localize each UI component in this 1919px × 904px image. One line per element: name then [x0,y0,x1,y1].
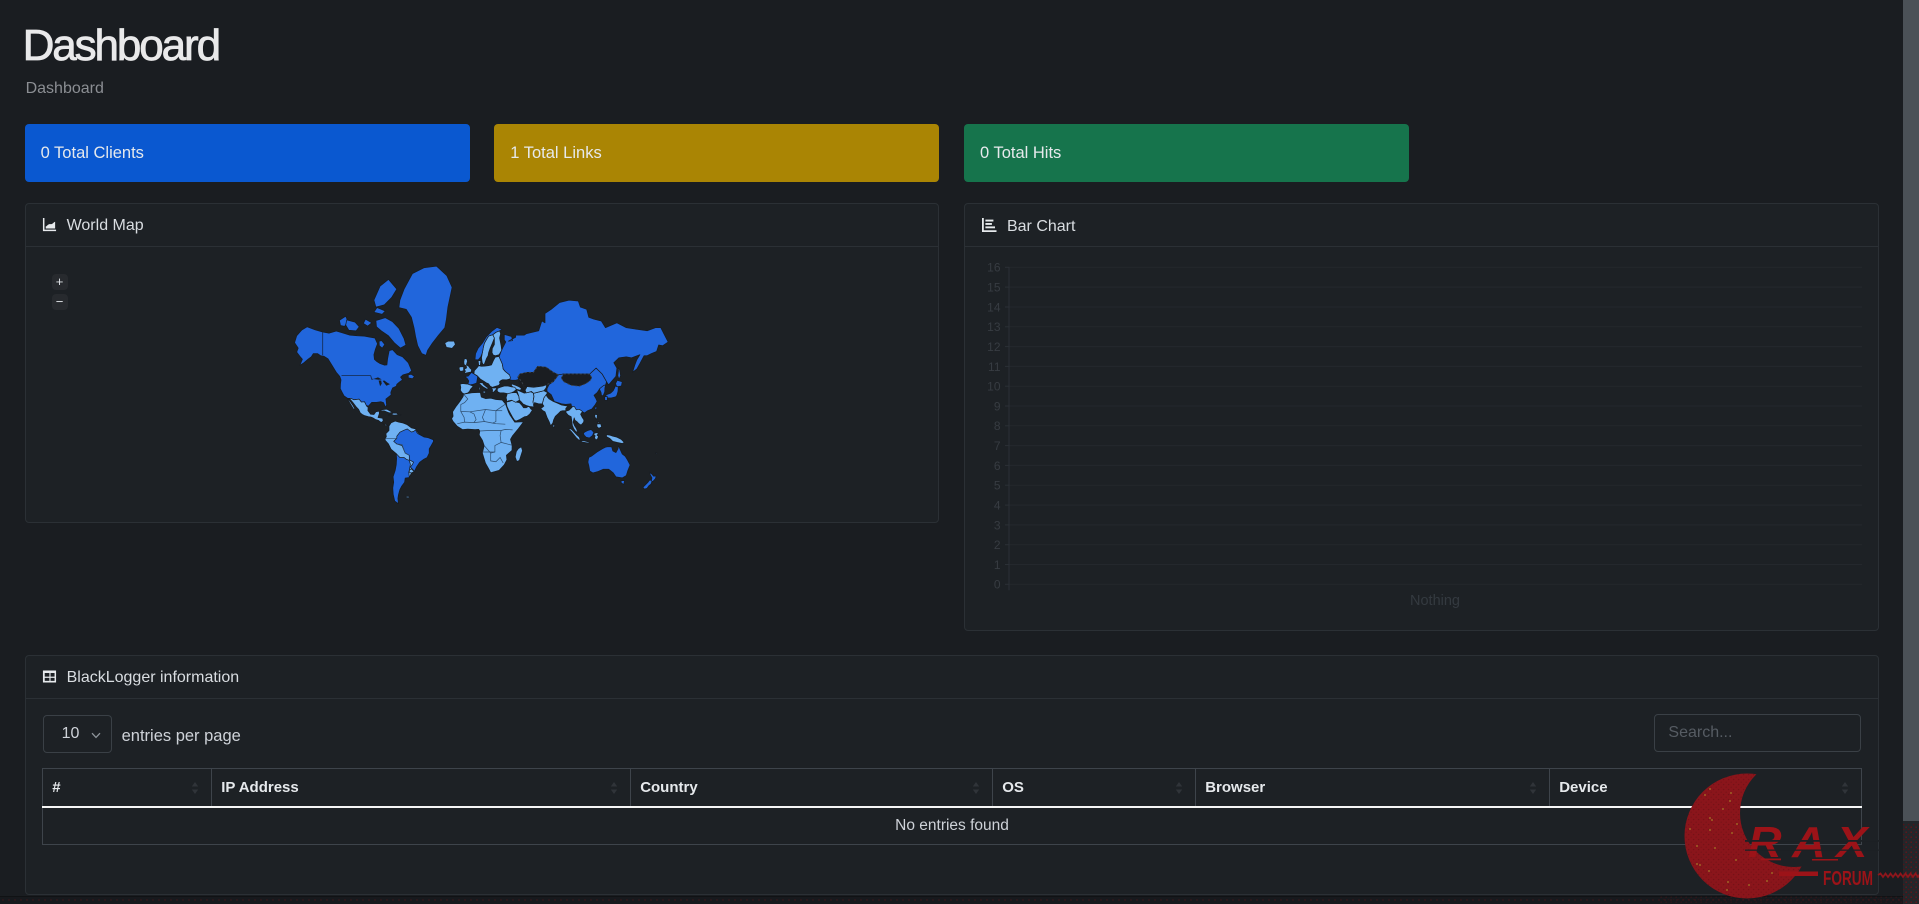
svg-text:14: 14 [987,300,1001,314]
svg-text:1: 1 [994,558,1001,572]
svg-text:0: 0 [994,578,1001,592]
svg-text:7: 7 [994,439,1001,453]
svg-text:2: 2 [994,538,1001,552]
svg-text:FORUM: FORUM [1823,868,1873,890]
svg-text:5: 5 [994,479,1001,493]
svg-text:4: 4 [994,499,1001,513]
svg-text:Nothing: Nothing [1410,593,1460,609]
svg-text:9: 9 [994,399,1001,413]
svg-text:15: 15 [987,281,1001,295]
svg-text:12: 12 [987,340,1001,354]
svg-text:11: 11 [988,360,1001,374]
svg-text:8: 8 [994,419,1001,433]
svg-text:16: 16 [987,261,1001,275]
svg-text:3: 3 [994,518,1001,532]
svg-text:10: 10 [987,380,1001,394]
svg-text:13: 13 [987,320,1001,334]
svg-text:6: 6 [994,459,1001,473]
